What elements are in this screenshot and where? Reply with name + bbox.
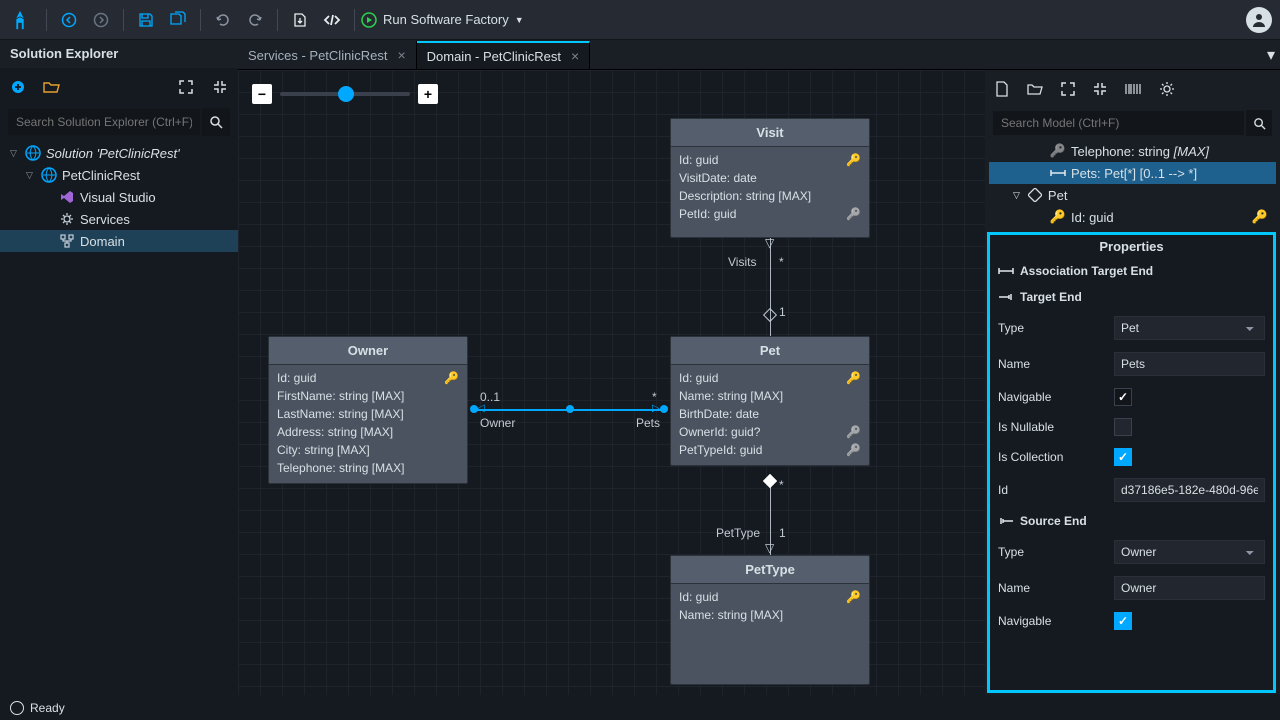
properties-panel: Properties Association Target End Target… — [987, 232, 1276, 693]
user-avatar-icon[interactable] — [1246, 7, 1272, 33]
expand-icon[interactable] — [176, 77, 196, 97]
entity-pet[interactable]: Pet Id: guid🔑 Name: string [MAX] BirthDa… — [670, 336, 870, 466]
model-node-id[interactable]: 🔑Id: guid🔑 — [989, 206, 1276, 228]
close-icon[interactable]: × — [397, 47, 405, 63]
key-icon: 🔑 — [1049, 209, 1067, 225]
zoom-in-button[interactable]: + — [418, 84, 438, 104]
endpoint-icon[interactable] — [660, 405, 668, 413]
status-icon — [10, 701, 24, 715]
search-icon[interactable] — [202, 108, 230, 136]
settings-gear-icon[interactable] — [1159, 81, 1175, 97]
id-input[interactable] — [1114, 478, 1265, 502]
save-all-icon[interactable] — [164, 6, 192, 34]
forward-icon[interactable] — [87, 6, 115, 34]
barcode-icon[interactable] — [1125, 82, 1141, 96]
save-icon[interactable] — [132, 6, 160, 34]
collapse-icon[interactable] — [210, 77, 230, 97]
key-icon: 🔑 — [846, 425, 861, 439]
collection-checkbox[interactable] — [1114, 448, 1132, 466]
tree-project[interactable]: ▽PetClinicRest — [0, 164, 238, 186]
tree-domain[interactable]: Domain — [0, 230, 238, 252]
solution-explorer-title: Solution Explorer — [0, 40, 238, 68]
tree-solution[interactable]: ▽Solution 'PetClinicRest' — [0, 142, 238, 164]
name-input[interactable] — [1114, 352, 1265, 376]
folder-open-icon[interactable] — [1027, 82, 1043, 96]
key-icon: 🔑 — [444, 371, 459, 385]
endpoint-handle-icon[interactable] — [566, 405, 574, 413]
tree-services[interactable]: Services — [0, 208, 238, 230]
key-icon: 🔑 — [846, 371, 861, 385]
file-icon[interactable] — [995, 81, 1009, 97]
diamond-icon — [763, 308, 777, 322]
association-icon — [1049, 168, 1067, 178]
tab-services[interactable]: Services - PetClinicRest× — [238, 41, 417, 69]
explorer-search-input[interactable] — [8, 109, 200, 135]
export-icon[interactable] — [286, 6, 314, 34]
nullable-checkbox[interactable] — [1114, 418, 1132, 436]
diagram-canvas[interactable]: − + Visit Id: guid🔑 VisitDate: date Desc… — [238, 70, 985, 695]
properties-title: Properties — [990, 235, 1273, 258]
status-text: Ready — [30, 701, 65, 715]
tab-domain[interactable]: Domain - PetClinicRest× — [417, 41, 591, 69]
key-icon: 🔑 — [846, 590, 861, 604]
key-icon: 🔑 — [846, 443, 861, 457]
expand-all-icon[interactable] — [1061, 82, 1075, 96]
type-select[interactable]: Pet — [1114, 316, 1265, 340]
tree-visual-studio[interactable]: Visual Studio — [0, 186, 238, 208]
source-navigable-checkbox[interactable] — [1114, 612, 1132, 630]
tab-overflow-icon[interactable]: ▾ — [1262, 41, 1280, 69]
entity-visit[interactable]: Visit Id: guid🔑 VisitDate: date Descript… — [670, 118, 870, 238]
entity-pettype[interactable]: PetType Id: guid🔑 Name: string [MAX] — [670, 555, 870, 685]
run-button[interactable]: Run Software Factory ▼ — [361, 12, 524, 28]
key-icon: 🔑 — [1049, 143, 1067, 159]
app-logo — [8, 8, 32, 32]
search-icon[interactable] — [1246, 110, 1272, 136]
code-icon[interactable] — [318, 6, 346, 34]
model-node-pets[interactable]: Pets: Pet[*] [0..1 --> *] — [989, 162, 1276, 184]
redo-icon[interactable] — [241, 6, 269, 34]
model-node-pet[interactable]: ▽Pet — [989, 184, 1276, 206]
model-node-telephone[interactable]: 🔑Telephone: string [MAX] — [989, 140, 1276, 162]
collapse-all-icon[interactable] — [1093, 82, 1107, 96]
source-name-input[interactable] — [1114, 576, 1265, 600]
close-icon[interactable]: × — [571, 48, 579, 64]
zoom-out-button[interactable]: − — [252, 84, 272, 104]
diamond-filled-icon — [763, 474, 777, 488]
entity-owner[interactable]: Owner Id: guid🔑 FirstName: string [MAX] … — [268, 336, 468, 484]
class-icon — [1026, 188, 1044, 202]
key-icon: 🔑 — [846, 207, 861, 221]
undo-icon[interactable] — [209, 6, 237, 34]
navigable-checkbox[interactable] — [1114, 388, 1132, 406]
run-label: Run Software Factory — [383, 12, 509, 27]
open-folder-icon[interactable] — [42, 77, 62, 97]
key-icon: 🔑 — [846, 153, 861, 167]
new-item-icon[interactable] — [8, 77, 28, 97]
back-icon[interactable] — [55, 6, 83, 34]
zoom-slider[interactable] — [280, 92, 410, 96]
source-type-select[interactable]: Owner — [1114, 540, 1265, 564]
key-icon: 🔑 — [1252, 209, 1268, 225]
model-search-input[interactable] — [993, 111, 1244, 135]
